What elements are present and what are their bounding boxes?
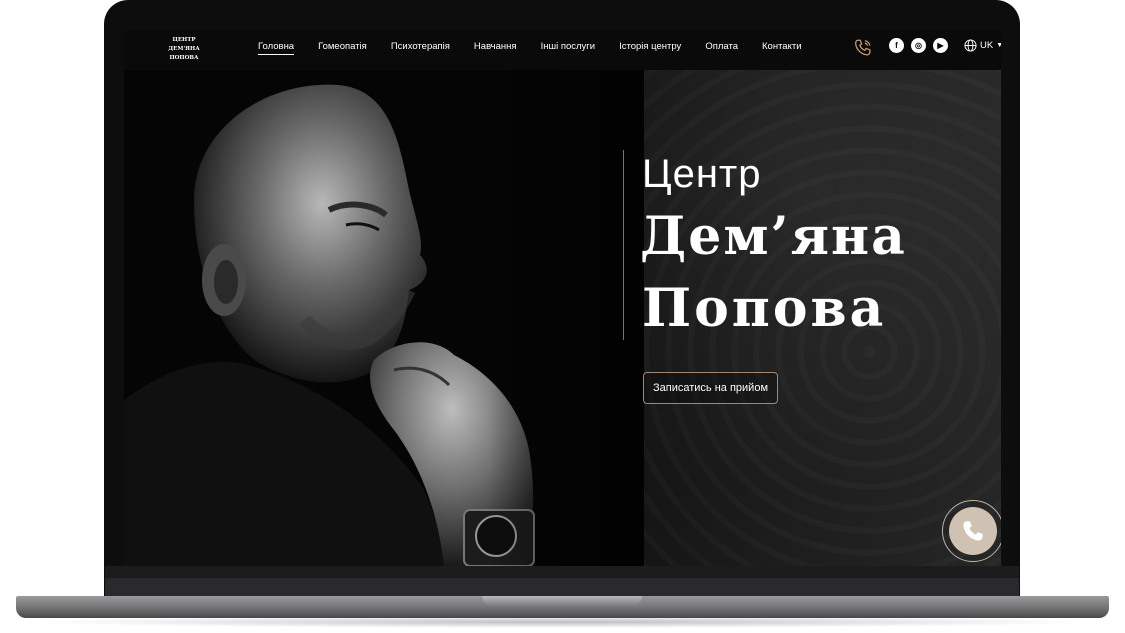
logo-line-1: ЦЕНТР [172,37,196,43]
laptop-notch [482,596,642,606]
nav-item-payment[interactable]: Оплата [705,41,738,55]
site-header: ЦЕНТР ДЕМ'ЯНА ПОПОВА Головна Гомеопатія … [124,30,1001,70]
chevron-down-icon: ▼ [996,42,1001,49]
nav-item-home[interactable]: Головна [258,41,295,55]
portrait-image [124,70,644,566]
logo-line-2: ДЕМ'ЯНА [168,46,200,52]
floating-call-button[interactable] [942,500,1001,562]
nav-item-history[interactable]: Історія центру [619,41,681,55]
website-screen: ЦЕНТР ДЕМ'ЯНА ПОПОВА Головна Гомеопатія … [124,30,1001,566]
call-button-circle [949,507,997,555]
laptop-bezel-bottom [105,566,1019,578]
nav-item-homeopathy[interactable]: Гомеопатія [318,41,367,55]
main-nav: Головна Гомеопатія Психотерапія Навчання… [258,41,802,55]
nav-item-contacts[interactable]: Контакти [762,41,802,55]
nav-item-education[interactable]: Навчання [474,41,517,55]
laptop-hinge [105,578,1019,596]
hero-title-line-2: Попова [642,278,887,339]
youtube-icon[interactable]: ▶ [933,38,948,53]
logo-line-3: ПОПОВА [169,55,199,61]
instagram-icon[interactable]: ◎ [911,38,926,53]
social-links: f ◎ ▶ [889,38,948,53]
language-selector[interactable]: UK ▼ [964,39,1001,52]
site-logo[interactable]: ЦЕНТР ДЕМ'ЯНА ПОПОВА [160,36,208,63]
facebook-icon[interactable]: f [889,38,904,53]
hero-title-line-1: Дем’яна [640,206,907,267]
nav-item-other-services[interactable]: Інші послуги [541,41,596,55]
hero-subtitle: Центр [642,152,762,196]
nav-item-psychotherapy[interactable]: Психотерапія [391,41,450,55]
phone-icon [963,521,983,541]
globe-icon [964,39,977,52]
phone-icon[interactable] [852,37,874,59]
book-appointment-button[interactable]: Записатись на прийом [643,372,779,404]
accent-divider [623,150,624,340]
language-label: UK [980,40,994,51]
